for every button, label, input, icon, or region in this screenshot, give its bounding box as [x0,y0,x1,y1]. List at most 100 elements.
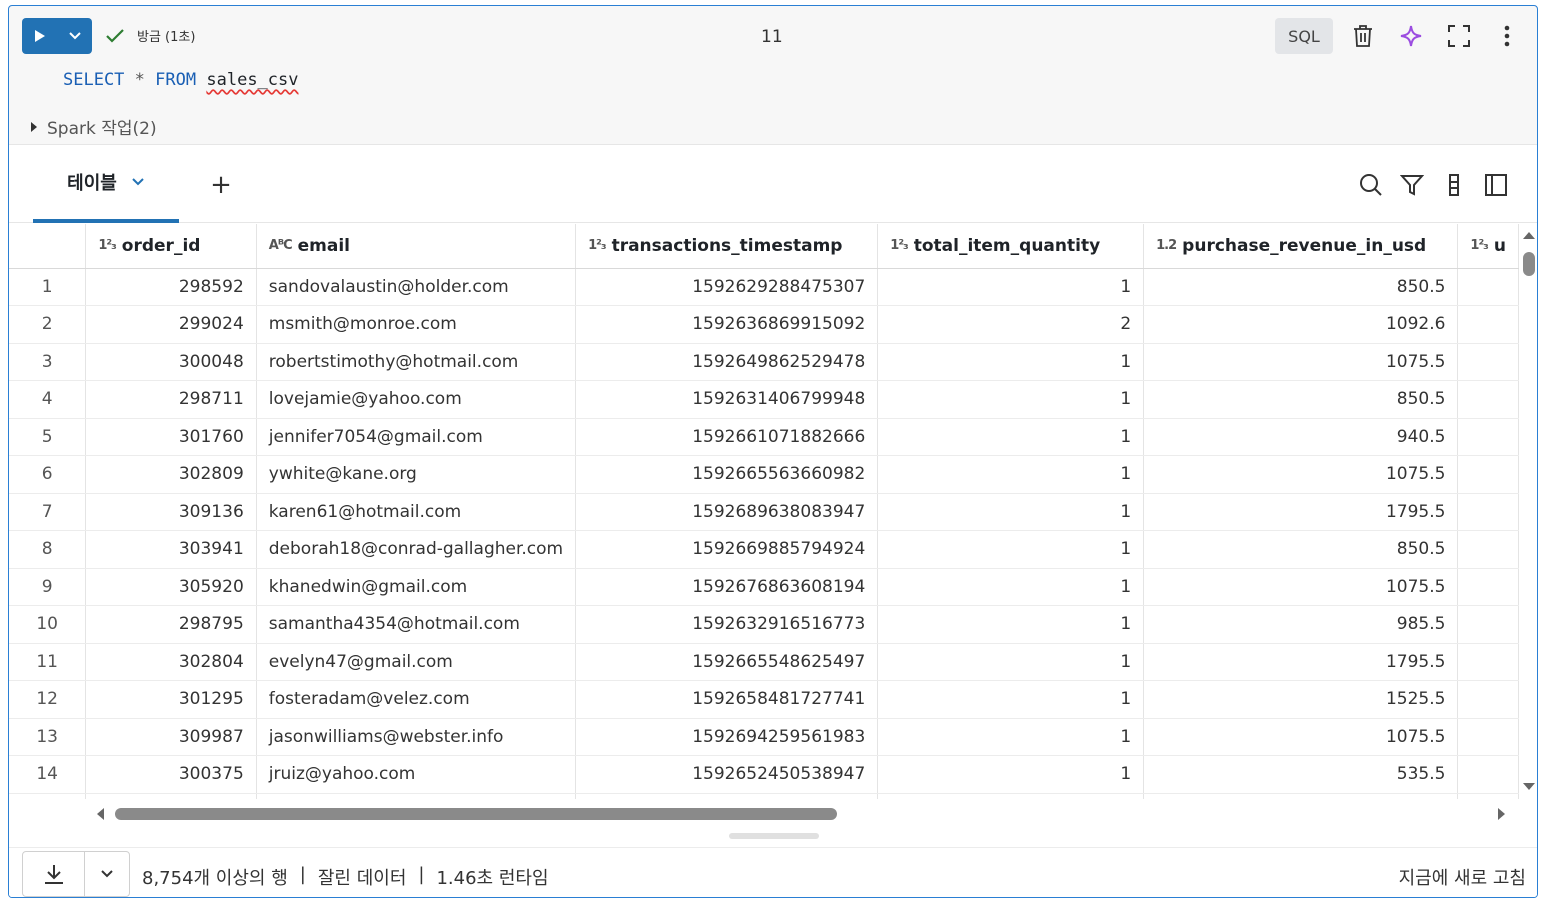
run-options-dropdown[interactable] [58,18,92,54]
quantity-cell: 1 [877,755,1145,794]
quantity-cell: 1 [877,680,1145,719]
cell-menu-button[interactable] [1491,20,1523,52]
column-header-purchase_revenue_in_usd[interactable]: 1.2 purchase_revenue_in_usd [1143,224,1459,269]
revenue-cell: 850.5 [1143,380,1459,419]
revenue-cell: 1525.5 [1143,680,1459,719]
row-index-cell: 8 [9,530,87,569]
run-cell-button[interactable] [22,18,58,54]
revenue-cell: 1795.5 [1143,493,1459,531]
refresh-now-link[interactable]: 지금에 새로 고침 [1399,864,1526,890]
quantity-cell: 1 [877,380,1145,419]
sql-star: * [134,70,145,90]
table-row[interactable]: 13 309987 jasonwilliams@webster.info 159269… [9,718,1519,756]
run-button-group [22,18,92,54]
string-type-icon: AᴮC [268,238,293,254]
row-index-header [9,224,87,269]
quantity-cell: 1 [877,568,1145,606]
column-header-transactions_timestamp[interactable]: 1²₃ transactions_timestamp [575,224,879,269]
column-header-order_id[interactable]: 1²₃ order_id [85,224,257,269]
timestamp-cell: 1592661071882666 [575,418,879,456]
filter-button[interactable] [1395,168,1429,202]
cell-number: 11 [761,27,783,47]
column-header-truncated[interactable]: 1²₃ u [1457,224,1519,269]
timestamp-cell: 1592694259561983 [575,718,879,756]
add-visualization-button[interactable]: + [205,169,237,201]
table-row[interactable]: 7 309136 karen61@hotmail.com 15926896380839… [9,493,1519,531]
checkmark-icon [106,28,124,43]
timestamp-cell: 1592658481727741 [575,680,879,719]
runtime-text: 1.46초 런타임 [436,868,549,889]
column-header-label: order_id [121,235,201,256]
search-button[interactable] [1354,168,1388,202]
table-row[interactable]: 10 298795 samantha4354@hotmail.com 15926329… [9,605,1519,644]
quantity-cell: 1 [877,343,1145,381]
truncated-cell [1457,343,1519,381]
revenue-cell: 1075.5 [1143,455,1459,494]
timestamp-cell: 1592636869915092 [575,305,879,344]
table-row[interactable]: 9 305920 khanedwin@gmail.com 15926768636081… [9,568,1519,606]
quantity-cell: 1 [877,643,1145,681]
table-row[interactable]: 1 298592 sandovalaustin@holder.com 15926292… [9,268,1519,306]
table-row[interactable]: 3 300048 robertstimothy@hotmail.com 1592649… [9,343,1519,381]
separator: | [299,864,306,885]
table-row[interactable]: 12 301295 fosteradam@velez.com 159265848172… [9,680,1519,719]
table-row[interactable]: 14 300375 jruiz@yahoo.com 1592652450538947 1… [9,755,1519,794]
email-cell: jruiz@yahoo.com [256,755,577,794]
download-options-dropdown[interactable] [85,852,129,896]
delete-cell-button[interactable] [1347,20,1379,52]
table-row[interactable]: 8 303941 deborah18@conrad-gallagher.com 159… [9,530,1519,569]
email-cell: robertstimothy@hotmail.com [256,343,577,381]
truncated-cell [1457,493,1519,531]
row-index-cell: 13 [9,718,87,756]
fullscreen-button[interactable] [1443,20,1475,52]
table-row[interactable]: 4 298711 lovejamie@yahoo.com 15926314067999… [9,380,1519,419]
truncated-cell [1457,455,1519,494]
chevron-down-icon [69,32,81,40]
email-cell: evelyn47@gmail.com [256,643,577,681]
order-id-cell: 301295 [85,680,257,719]
vertical-scroll-thumb[interactable] [1523,252,1535,276]
column-header-total_item_quantity[interactable]: 1²₃ total_item_quantity [877,224,1145,269]
chevron-down-icon [132,178,144,186]
sidebar-toggle-button[interactable] [1479,168,1513,202]
more-vertical-icon [1504,25,1510,47]
order-id-cell: 303941 [85,530,257,569]
truncated-cell [1457,305,1519,344]
row-index-cell: 7 [9,493,87,531]
sql-keyword-from: FROM [155,70,197,90]
timestamp-cell: 1592631406799948 [575,380,879,419]
vertical-scrollbar[interactable] [1519,224,1537,799]
results-summary: 8,754개 이상의 행 | 잘린 데이터 | 1.46초 런타임 [142,864,549,890]
sql-code-line[interactable]: SELECT * FROM sales_csv [63,70,299,90]
run-status: 방금 (1초) [105,26,195,45]
assistant-button[interactable] [1395,20,1427,52]
scroll-up-arrow-icon [1523,232,1535,239]
spark-jobs-toggle[interactable]: Spark 작업(2) [29,114,157,139]
order-id-cell: 305920 [85,568,257,606]
truncated-cell [1457,605,1519,644]
run-status-text: 방금 (1초) [137,30,196,45]
revenue-cell: 1075.5 [1143,568,1459,606]
tab-table[interactable]: 테이블 [33,145,179,223]
horizontal-scrollbar[interactable] [87,799,1519,827]
timestamp-cell: 1592629288475307 [575,268,879,306]
table-row[interactable]: 2 299024 msmith@monroe.com 1592636869915092… [9,305,1519,344]
table-row[interactable]: 6 302809 ywhite@kane.org 1592665563660982 1 1… [9,455,1519,494]
quantity-cell: 1 [877,530,1145,569]
revenue-cell: 985.5 [1143,605,1459,644]
table-row[interactable]: 11 302804 evelyn47@gmail.com 15926655486254… [9,643,1519,681]
language-badge[interactable]: SQL [1275,18,1333,54]
order-id-cell: 301760 [85,418,257,456]
row-index-cell: 3 [9,343,87,381]
truncated-cell [1457,268,1519,306]
results-table-viewport[interactable]: 1²₃ order_id AᴮC email 1²₃ transactions_… [9,224,1519,799]
horizontal-scroll-thumb[interactable] [115,808,837,820]
quantity-cell: 1 [877,718,1145,756]
results-panel: 테이블 + 1²₃ order_id AᴮC email 1²₃ transac… [9,144,1537,897]
column-header-email[interactable]: AᴮC email [256,224,577,269]
table-row[interactable]: 5 301760 jennifer7054@gmail.com 15926610718… [9,418,1519,456]
results-resize-handle[interactable] [729,833,819,839]
sparkle-icon [1400,25,1422,47]
columns-button[interactable] [1437,168,1471,202]
download-button[interactable] [23,852,85,896]
